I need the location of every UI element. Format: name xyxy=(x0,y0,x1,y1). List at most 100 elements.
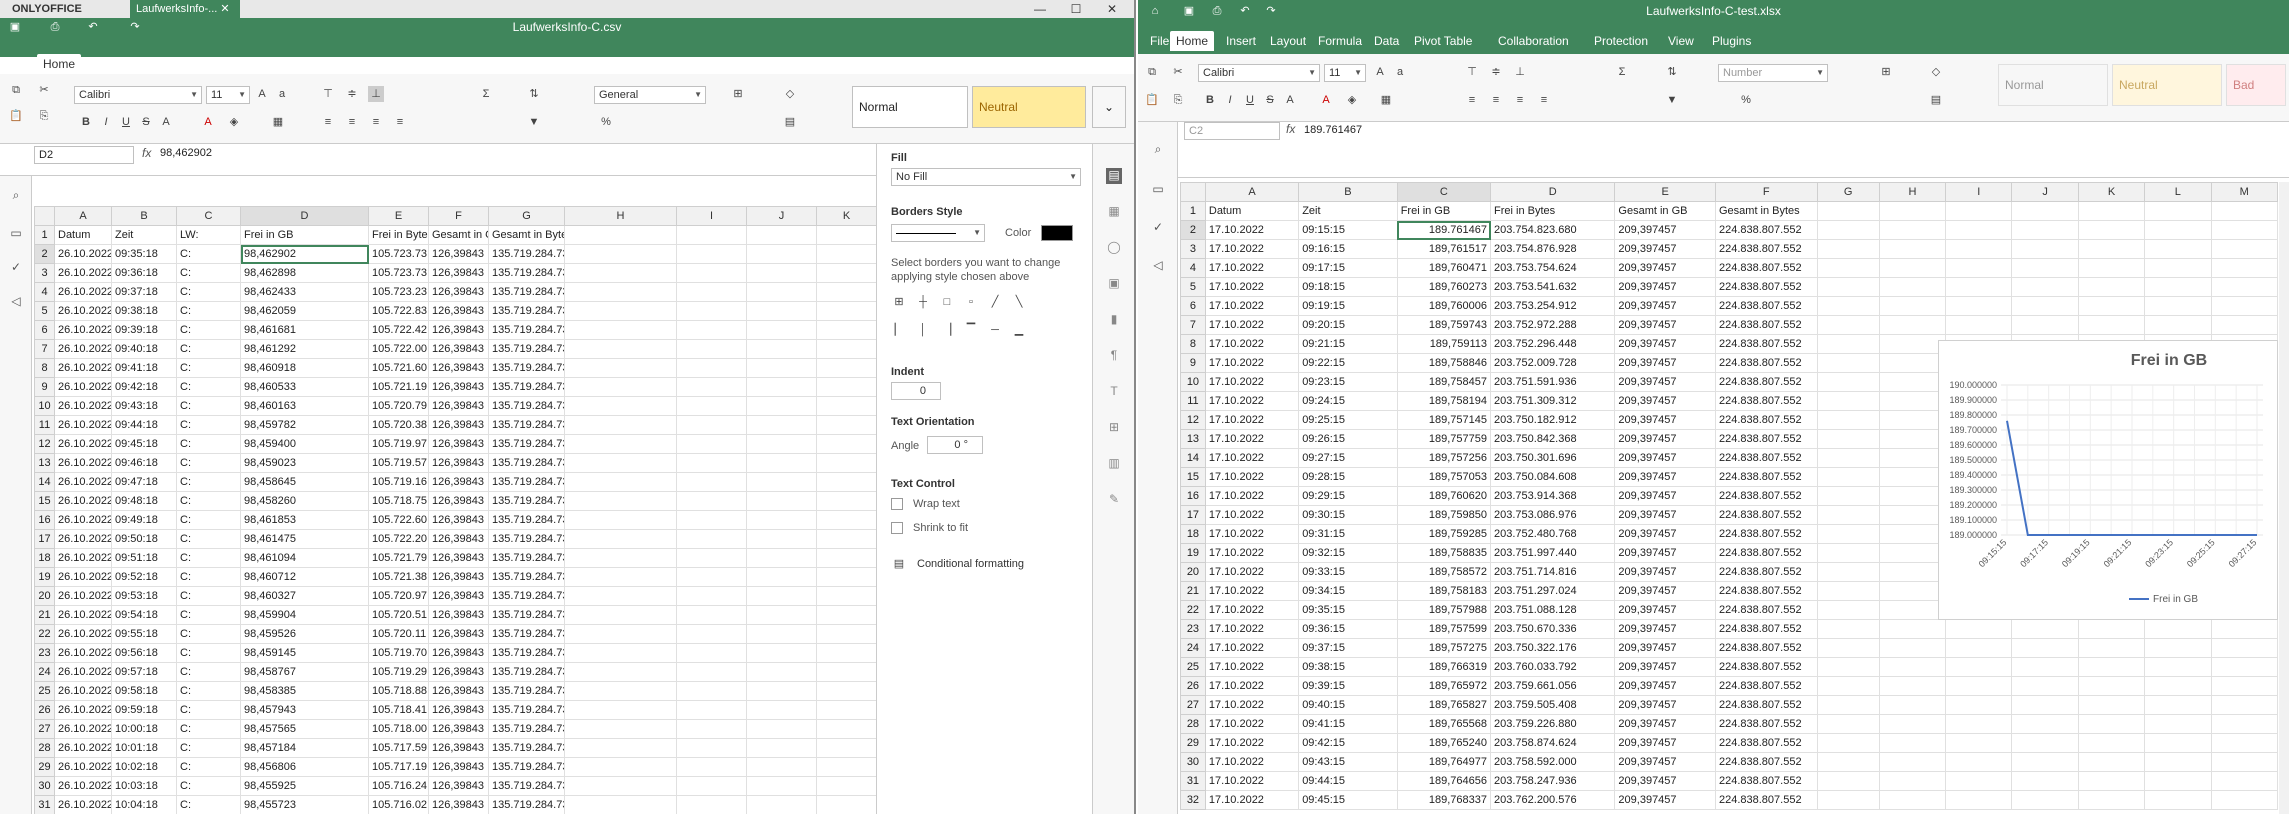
cell[interactable]: 98,462902 xyxy=(240,244,369,264)
cell[interactable]: 189,758183 xyxy=(1396,581,1492,601)
cell[interactable]: 126,39843 xyxy=(428,605,489,625)
cell[interactable]: 09:54:18 xyxy=(111,605,177,625)
cell[interactable] xyxy=(1878,619,1947,639)
border-outer-icon[interactable]: □ xyxy=(939,294,955,310)
row-header[interactable]: 24 xyxy=(1180,638,1206,658)
cell[interactable]: 189,757145 xyxy=(1396,410,1492,430)
cell[interactable]: C: xyxy=(176,757,241,777)
cell[interactable]: 17.10.2022 xyxy=(1204,714,1300,734)
cell[interactable] xyxy=(1816,220,1880,240)
cell[interactable]: 209,397457 xyxy=(1614,296,1716,316)
cell[interactable]: 209,397457 xyxy=(1614,277,1716,297)
cell[interactable]: 98,457565 xyxy=(240,719,369,739)
row-header[interactable]: 21 xyxy=(1180,581,1206,601)
clear-icon[interactable]: ◇ xyxy=(1928,64,1944,80)
row-header[interactable]: 15 xyxy=(34,491,55,511)
row-header[interactable]: 10 xyxy=(34,396,55,416)
cell[interactable] xyxy=(816,776,877,796)
cell[interactable]: 09:40:15 xyxy=(1298,695,1398,715)
cell[interactable]: 98,457943 xyxy=(240,700,369,720)
cell[interactable]: 189,758572 xyxy=(1396,562,1492,582)
cell[interactable] xyxy=(2011,277,2079,297)
cell[interactable]: 189,757599 xyxy=(1396,619,1492,639)
cell[interactable] xyxy=(1945,733,2013,753)
increase-font-icon[interactable]: A xyxy=(254,86,270,102)
cell[interactable]: 135.719.284.736 xyxy=(488,510,565,530)
cell[interactable] xyxy=(1945,220,2013,240)
cell[interactable] xyxy=(564,244,677,264)
cell[interactable] xyxy=(816,263,877,283)
cell[interactable] xyxy=(676,263,747,283)
cell[interactable] xyxy=(816,700,877,720)
cell[interactable] xyxy=(746,529,817,549)
cell[interactable]: 10:04:18 xyxy=(111,795,177,814)
cell[interactable]: C: xyxy=(176,472,241,492)
cell[interactable]: 224.838.807.552 xyxy=(1714,752,1818,772)
cell[interactable] xyxy=(2011,619,2079,639)
cell[interactable] xyxy=(2144,638,2212,658)
cell[interactable] xyxy=(1816,372,1880,392)
cell[interactable] xyxy=(1816,353,1880,373)
cell[interactable]: 135.719.284.736 xyxy=(488,301,565,321)
cell[interactable] xyxy=(1816,543,1880,563)
italic-icon[interactable]: I xyxy=(98,114,114,130)
cell[interactable] xyxy=(1878,600,1947,620)
cell[interactable] xyxy=(564,225,677,245)
cell[interactable]: 135.719.284.736 xyxy=(488,282,565,302)
cell[interactable] xyxy=(676,681,747,701)
cell[interactable] xyxy=(746,567,817,587)
cell[interactable]: C: xyxy=(176,491,241,511)
spellcheck-icon[interactable]: ✓ xyxy=(1150,220,1166,236)
row-header[interactable]: 25 xyxy=(1180,657,1206,677)
cell[interactable] xyxy=(564,320,677,340)
border-bottom-icon[interactable]: ▁ xyxy=(1011,322,1027,338)
cell[interactable]: 126,39843 xyxy=(428,453,489,473)
cell[interactable]: 209,397457 xyxy=(1614,239,1716,259)
bold-icon[interactable]: B xyxy=(1202,92,1218,108)
column-header[interactable]: D xyxy=(1489,182,1616,202)
cell[interactable]: 224.838.807.552 xyxy=(1714,315,1818,335)
percent-icon[interactable]: % xyxy=(1738,92,1754,108)
cell[interactable] xyxy=(1816,771,1880,791)
cell[interactable]: 09:41:18 xyxy=(111,358,177,378)
cell[interactable]: 105.719.16 xyxy=(368,472,429,492)
cell[interactable]: 98,459904 xyxy=(240,605,369,625)
cell[interactable]: 224.838.807.552 xyxy=(1714,657,1818,677)
cell[interactable]: 105.721.38 xyxy=(368,567,429,587)
cell[interactable]: 126,39843 xyxy=(428,738,489,758)
row-header[interactable]: 23 xyxy=(34,643,55,663)
cell[interactable]: 126,39843 xyxy=(428,643,489,663)
cell[interactable] xyxy=(746,472,817,492)
paste-icon[interactable]: 📋 xyxy=(8,108,24,124)
function-icon[interactable]: fx xyxy=(142,146,151,160)
sum-icon[interactable]: Σ xyxy=(1614,64,1630,80)
row-header[interactable]: 20 xyxy=(1180,562,1206,582)
cell[interactable]: 203.758.592.000 xyxy=(1489,752,1616,772)
row-header[interactable]: 14 xyxy=(34,472,55,492)
cell[interactable]: C: xyxy=(176,662,241,682)
cell[interactable]: 98,456806 xyxy=(240,757,369,777)
cell[interactable]: 224.838.807.552 xyxy=(1714,771,1818,791)
cell[interactable]: 203.751.309.312 xyxy=(1489,391,1616,411)
row-header[interactable]: 4 xyxy=(1180,258,1206,278)
cell[interactable] xyxy=(2011,657,2079,677)
cell[interactable] xyxy=(746,282,817,302)
cell[interactable] xyxy=(676,453,747,473)
cell[interactable]: 189,764656 xyxy=(1396,771,1492,791)
cell[interactable]: 105.719.70 xyxy=(368,643,429,663)
cell[interactable] xyxy=(746,510,817,530)
cell[interactable]: 105.721.19 xyxy=(368,377,429,397)
cell[interactable] xyxy=(1878,353,1947,373)
row-header[interactable]: 8 xyxy=(34,358,55,378)
cell[interactable] xyxy=(1816,277,1880,297)
cell[interactable]: 98,458385 xyxy=(240,681,369,701)
cell[interactable] xyxy=(1816,524,1880,544)
cell[interactable] xyxy=(816,339,877,359)
cell[interactable] xyxy=(2011,638,2079,658)
menu-layout[interactable]: Layout xyxy=(1264,31,1312,51)
cell[interactable] xyxy=(746,263,817,283)
cell[interactable]: 26.10.2022 xyxy=(54,776,112,796)
minimize-icon[interactable]: — xyxy=(1022,0,1058,18)
cell[interactable]: 203.752.009.728 xyxy=(1489,353,1616,373)
cell[interactable]: 17.10.2022 xyxy=(1204,239,1300,259)
